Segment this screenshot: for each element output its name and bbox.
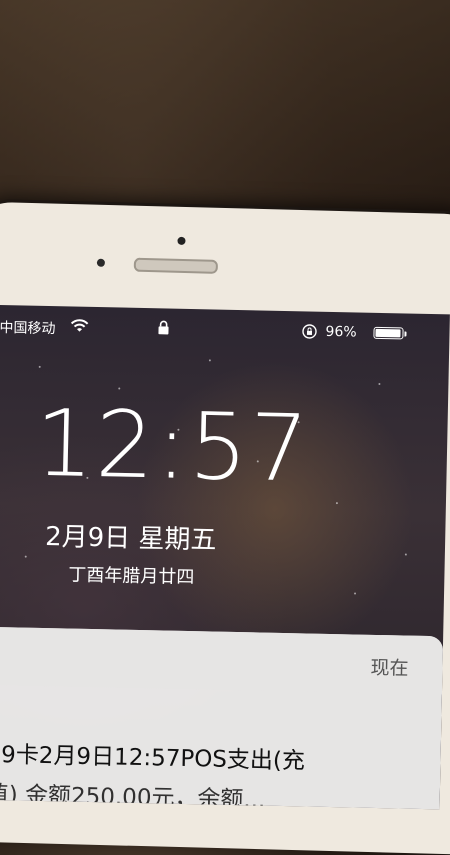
rotation-lock-icon <box>302 324 317 339</box>
sms-notification[interactable]: 现在 39卡2月9日12:57POS支出(充 值) 金额250.00元，余额..… <box>0 626 444 810</box>
proximity-sensor <box>96 258 106 267</box>
lunar-date: 丁酉年腊月廿四 <box>68 564 195 589</box>
front-camera <box>177 236 186 245</box>
notification-body: 39卡2月9日12:57POS支出(充 <box>0 741 306 775</box>
notification-header: 现在 <box>0 626 444 695</box>
battery-percent: 96% <box>325 323 357 341</box>
lock-screen-time: 12:57 <box>33 389 312 503</box>
wifi-icon <box>70 319 89 332</box>
status-bar: 中国移动 96% <box>0 315 420 346</box>
carrier-name: 中国移动 <box>0 319 56 338</box>
lock-screen-date: 2月9日 星期五 <box>44 521 217 556</box>
battery-tip <box>404 331 407 337</box>
battery-icon <box>373 326 404 340</box>
lock-screen[interactable]: 中国移动 96% 12:57 2月9日 星期五 丁酉年腊月廿四 现在 39卡2月… <box>0 305 450 810</box>
lock-icon <box>158 320 169 335</box>
battery-fill <box>375 328 401 338</box>
notification-time: 现在 <box>370 656 409 680</box>
earpiece-speaker <box>133 257 219 274</box>
